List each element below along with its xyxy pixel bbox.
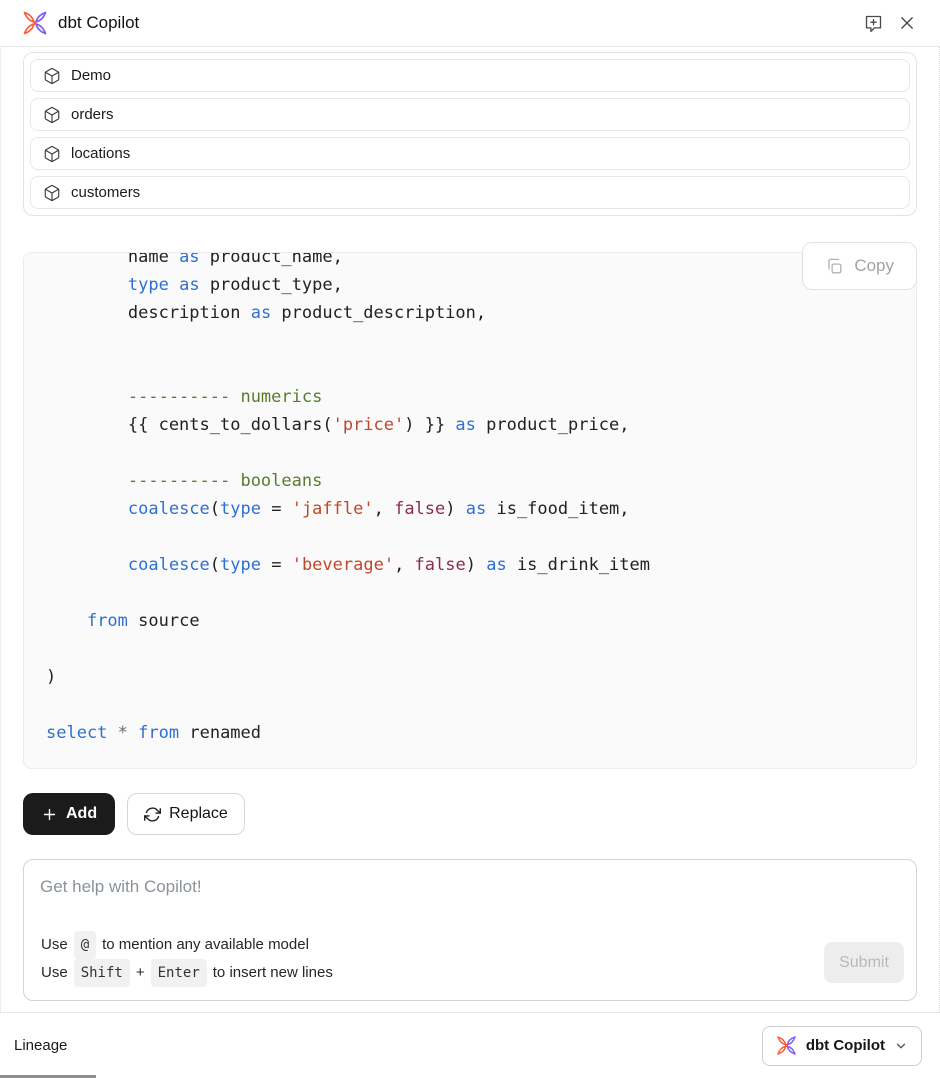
copy-button-label: Copy [854,256,894,276]
add-button-label: Add [66,805,97,823]
replace-button-label: Replace [169,805,228,823]
copilot-prompt-input[interactable] [24,860,916,916]
code-line [46,523,916,551]
model-chip[interactable]: orders [30,98,910,131]
model-chip-label: customers [71,184,140,201]
close-icon [898,14,916,32]
selector-label: dbt Copilot [806,1037,885,1054]
tab-lineage[interactable]: Lineage [14,1037,67,1054]
copy-icon [825,257,844,276]
keyboard-key: Enter [151,959,207,987]
model-chip-label: Demo [71,67,111,84]
submit-button[interactable]: Submit [824,942,904,983]
code-line: name as product_name, [46,252,916,271]
code-line: ) [46,663,916,691]
copy-code-button[interactable]: Copy [802,242,917,290]
hint-text: to insert new lines [213,960,333,986]
copilot-panel-selector[interactable]: dbt Copilot [762,1026,922,1066]
prompt-hint: Use@to mention any available model [40,931,334,959]
refresh-icon [144,806,161,823]
dbt-copilot-logo-icon [22,10,48,36]
keyboard-key: @ [74,931,96,959]
replace-code-button[interactable]: Replace [127,793,245,835]
code-action-row: Add Replace [23,793,917,835]
cube-icon [43,145,61,163]
hint-text: Use [41,932,68,958]
chevron-down-icon [894,1039,908,1053]
dbt-copilot-logo-icon [776,1035,797,1056]
panel-title: dbt Copilot [58,13,139,33]
copilot-panel-body: Demo orders locations customers Copy name a… [0,47,940,1012]
model-chip[interactable]: customers [30,176,910,209]
prompt-hint: UseShift+Enterto insert new lines [40,959,334,987]
panel-header: dbt Copilot [0,0,940,47]
model-chip-label: orders [71,106,114,123]
code-line [46,635,916,663]
hint-text: Use [41,960,68,986]
code-line [46,691,916,719]
code-line: from source [46,607,916,635]
keyboard-key: Shift [74,959,130,987]
cube-icon [43,67,61,85]
code-line [46,579,916,607]
model-chip[interactable]: Demo [30,59,910,92]
code-line [46,355,916,383]
hint-text: + [136,960,145,986]
sql-code: name as product_name, type as product_ty… [24,252,916,747]
prompt-hints: Use@to mention any available modelUseShi… [40,931,334,987]
close-panel-button[interactable] [894,10,920,36]
plus-icon [41,806,58,823]
code-suggestion-block: Copy name as product_name, type as produ… [23,252,917,769]
comment-plus-icon [863,13,884,34]
model-chip[interactable]: locations [30,137,910,170]
copilot-prompt-box: Use@to mention any available modelUseShi… [23,859,917,1001]
model-chip-label: locations [71,145,130,162]
code-line [46,327,916,355]
code-line: ---------- booleans [46,467,916,495]
hint-text: to mention any available model [102,932,309,958]
popout-new-thread-button[interactable] [859,9,888,38]
code-line: ---------- numerics [46,383,916,411]
code-line: coalesce(type = 'beverage', false) as is… [46,551,916,579]
code-line: select * from renamed [46,719,916,747]
code-line: {{ cents_to_dollars('price') }} as produ… [46,411,916,439]
model-chip-list: Demo orders locations customers [23,52,917,216]
bottom-bar: Lineage dbt Copilot [0,1012,940,1078]
code-line: coalesce(type = 'jaffle', false) as is_f… [46,495,916,523]
code-line: type as product_type, [46,271,916,299]
add-code-button[interactable]: Add [23,793,115,835]
sql-code-viewport[interactable]: name as product_name, type as product_ty… [23,252,917,769]
cube-icon [43,106,61,124]
cube-icon [43,184,61,202]
code-line: description as product_description, [46,299,916,327]
code-line [46,439,916,467]
